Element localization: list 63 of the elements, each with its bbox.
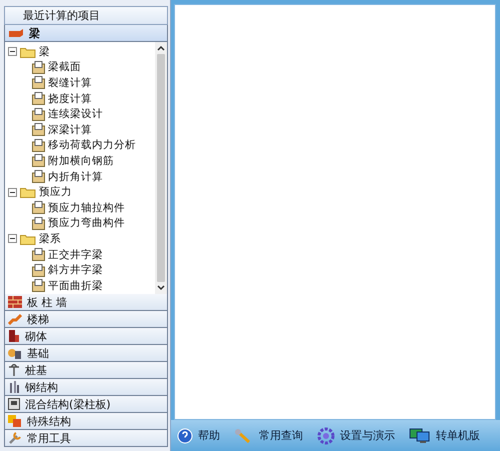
help-icon [177, 428, 193, 444]
scrollbar[interactable] [155, 42, 167, 294]
steel-columns-icon [8, 381, 20, 393]
tree-item[interactable]: 连续梁设计 [48, 107, 103, 122]
collapse-icon[interactable] [8, 47, 17, 56]
brick-wall-icon [8, 296, 22, 308]
category-item[interactable]: 梁 [4, 25, 168, 42]
computer-icon [409, 428, 431, 444]
folder-icon [20, 46, 36, 58]
category-item[interactable]: 桩基 [4, 362, 168, 379]
toolbar-button[interactable]: 设置与演示 [317, 426, 395, 444]
wrench-icon [8, 432, 22, 444]
tree-item[interactable]: 移动荷载内力分析 [48, 138, 136, 152]
tree-item[interactable]: 梁系 [39, 232, 61, 246]
document-icon [32, 138, 45, 152]
beam-icon [8, 28, 24, 38]
tree-item[interactable]: 挠度计算 [48, 92, 92, 106]
folder-icon [20, 186, 36, 198]
tree-item[interactable]: 预应力 [39, 185, 72, 200]
collapse-icon[interactable] [8, 234, 17, 244]
tree-item[interactable]: 深梁计算 [48, 122, 92, 137]
document-icon [32, 108, 45, 121]
pile-icon [8, 364, 20, 376]
folder-icon [20, 232, 36, 245]
mixed-structure-icon [8, 398, 20, 410]
stairs-icon [8, 313, 22, 325]
category-item[interactable]: 砌体 [4, 328, 168, 345]
document-icon [32, 216, 45, 230]
document-icon [32, 123, 45, 136]
settings-icon [317, 426, 335, 444]
special-structure-icon [8, 415, 22, 427]
tree-item[interactable]: 裂缝计算 [48, 76, 92, 90]
document-icon [32, 264, 45, 277]
foundation-icon [8, 347, 22, 359]
category-item[interactable]: 钢结构 [4, 379, 168, 396]
category-item[interactable]: 特殊结构 [4, 413, 168, 430]
document-icon [32, 201, 45, 214]
tree-item[interactable]: 斜方井字梁 [48, 263, 103, 278]
tree-item[interactable]: 梁 [39, 44, 50, 59]
category-item[interactable]: 板 柱 墙 [4, 294, 168, 311]
toolbar-button[interactable]: 转单机版 [409, 428, 480, 444]
tree-item[interactable]: 正交井字梁 [48, 248, 103, 262]
category-item[interactable]: 基础 [4, 345, 168, 362]
tree-item[interactable]: 平面曲折梁 [48, 278, 103, 293]
tree-item[interactable]: 内折角计算 [48, 170, 103, 184]
toolbar-button[interactable]: 帮助 [177, 428, 220, 444]
category-item[interactable]: 混合结构(梁柱板) [4, 396, 168, 413]
collapse-icon[interactable] [8, 188, 17, 197]
document-icon [32, 60, 45, 74]
toolbar-button[interactable]: 常用查询 [234, 428, 303, 444]
document-icon [32, 92, 45, 106]
document-icon [32, 154, 45, 168]
recent-projects-header[interactable]: 最近计算的项目 [4, 6, 168, 25]
category-item[interactable]: 楼梯 [4, 311, 168, 328]
document-icon [32, 248, 45, 262]
masonry-icon [8, 330, 20, 342]
tree-item[interactable]: 预应力弯曲构件 [48, 216, 125, 230]
category-item[interactable]: 常用工具 [4, 430, 168, 447]
tree-item[interactable]: 梁截面 [48, 60, 81, 74]
tree-item[interactable]: 预应力轴拉构件 [48, 200, 125, 215]
document-icon [32, 76, 45, 90]
tree-item[interactable]: 附加横向钢筋 [48, 154, 114, 168]
document-icon [32, 170, 45, 184]
